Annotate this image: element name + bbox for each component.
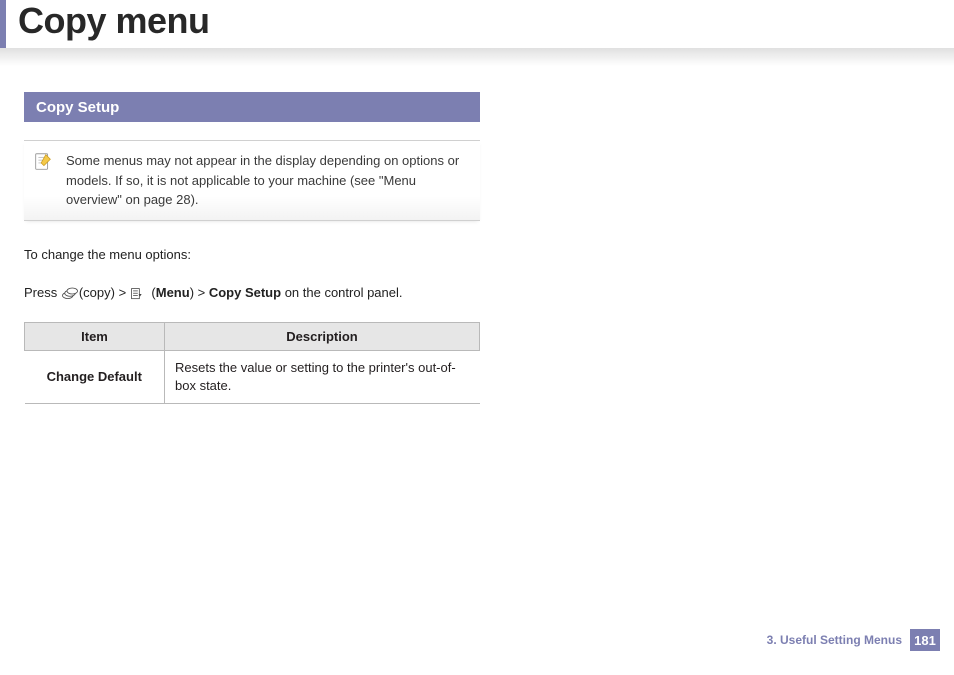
col-header-item: Item <box>25 323 165 351</box>
table-row: Change Default Resets the value or setti… <box>25 351 480 404</box>
note-text: Some menus may not appear in the display… <box>66 151 468 210</box>
col-header-desc: Description <box>165 323 480 351</box>
note-box: Some menus may not appear in the display… <box>24 140 480 221</box>
options-table: Item Description Change Default Resets t… <box>24 322 480 404</box>
instruction-line: Press (copy) > (Menu) > Copy Setup on th… <box>24 283 480 304</box>
section-title-bar: Copy Setup <box>24 92 480 122</box>
note-icon <box>32 151 54 173</box>
press-text-menu-open: ( <box>148 285 156 300</box>
menu-icon <box>130 287 148 301</box>
header-shadow <box>0 48 954 66</box>
content-column: Copy Setup Some menus may not appear in … <box>0 48 480 404</box>
press-text-tail: on the control panel. <box>281 285 402 300</box>
press-text-setup: Copy Setup <box>209 285 281 300</box>
cell-desc: Resets the value or setting to the print… <box>165 351 480 404</box>
press-text-a: Press <box>24 285 61 300</box>
page-title: Copy menu <box>18 0 954 42</box>
press-text-menu: Menu <box>156 285 190 300</box>
page-footer: 3. Useful Setting Menus 181 <box>767 629 940 651</box>
table-header-row: Item Description <box>25 323 480 351</box>
intro-text: To change the menu options: <box>24 245 480 266</box>
press-text-menu-close: ) > <box>190 285 209 300</box>
page-header: Copy menu <box>0 0 954 48</box>
cell-item: Change Default <box>25 351 165 404</box>
press-text-copy: (copy) > <box>79 285 130 300</box>
copy-icon <box>61 287 79 301</box>
footer-chapter: 3. Useful Setting Menus <box>767 633 902 647</box>
page-number-badge: 181 <box>910 629 940 651</box>
